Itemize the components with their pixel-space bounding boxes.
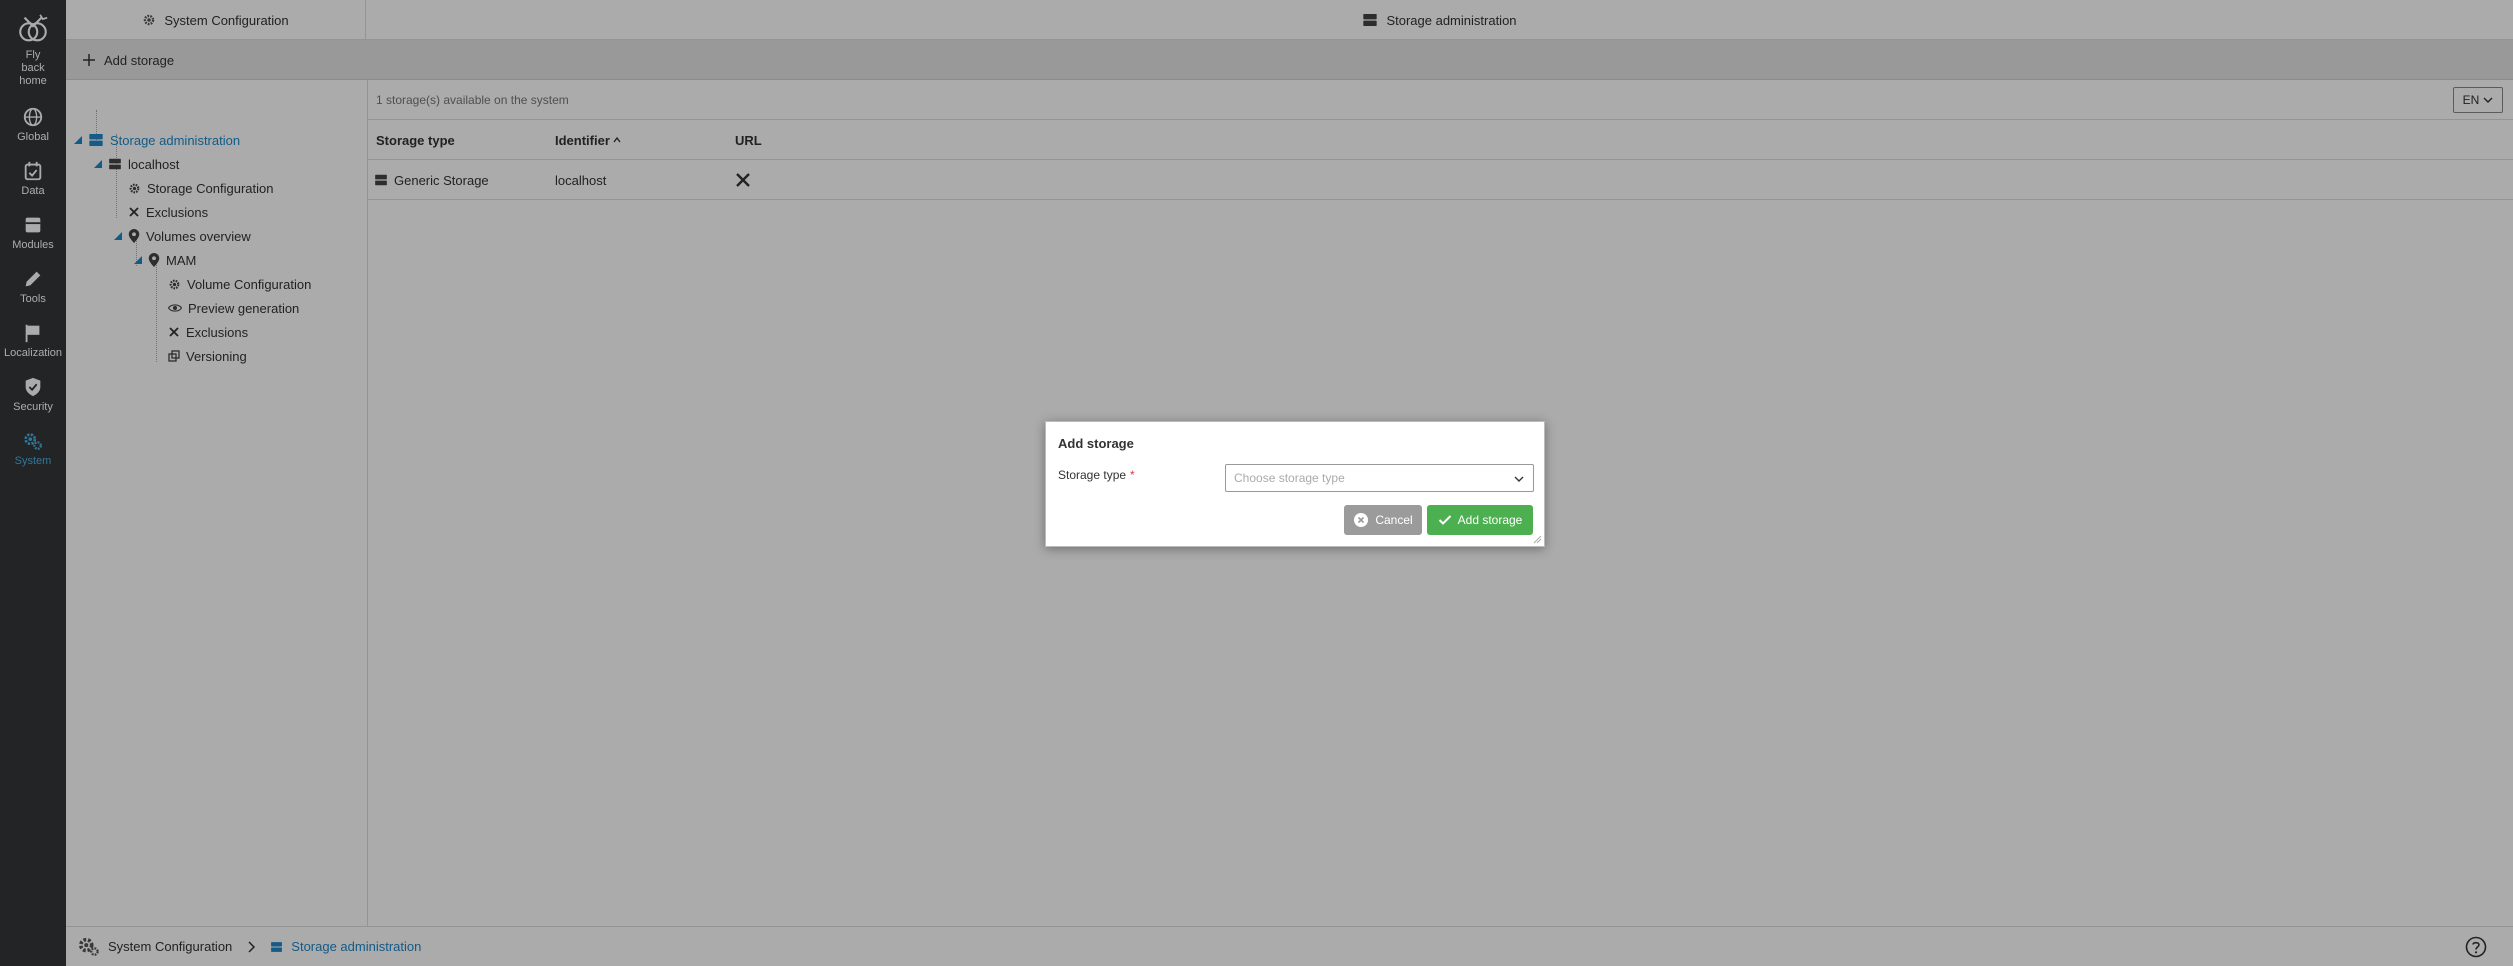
required-marker: *: [1130, 468, 1135, 482]
confirm-add-storage-button[interactable]: Add storage: [1427, 505, 1533, 535]
checkmark-icon: [1438, 515, 1451, 525]
cancel-button[interactable]: Cancel: [1344, 505, 1422, 535]
select-placeholder: Choose storage type: [1234, 471, 1345, 485]
add-storage-dialog: Add storage Storage type * Choose storage…: [1045, 421, 1545, 547]
chevron-down-icon: [1514, 476, 1524, 482]
storage-type-label-text: Storage type: [1058, 468, 1127, 482]
storage-type-select[interactable]: Choose storage type: [1225, 464, 1534, 492]
resize-handle-icon[interactable]: [1532, 534, 1542, 544]
storage-type-label: Storage type *: [1058, 468, 1135, 482]
dialog-title: Add storage: [1058, 436, 1134, 451]
cancel-label: Cancel: [1375, 513, 1413, 527]
add-storage-confirm-label: Add storage: [1457, 513, 1523, 527]
cancel-circle-icon: [1354, 513, 1369, 527]
